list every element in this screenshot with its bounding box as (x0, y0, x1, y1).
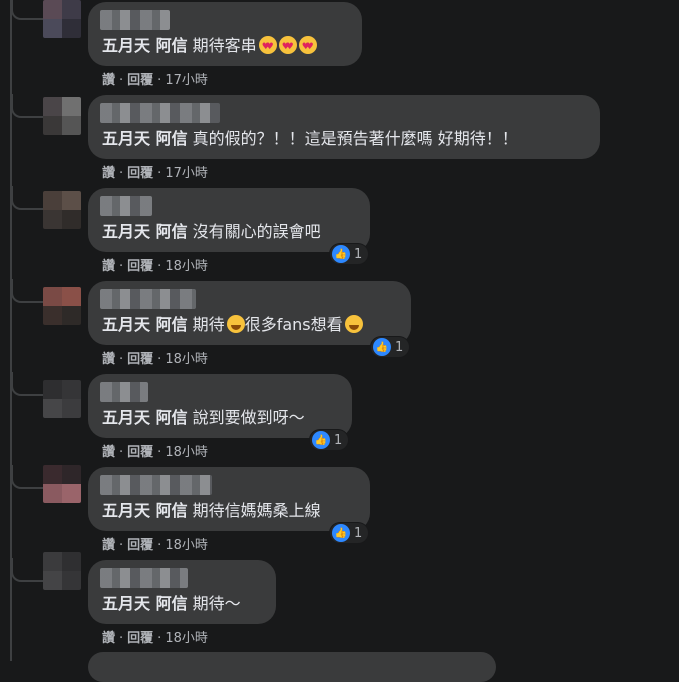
thread-branch (11, 372, 45, 396)
commenter-name-blurred[interactable] (100, 289, 196, 309)
comment-text: 期待～ (192, 594, 241, 613)
commenter-name-blurred[interactable] (100, 103, 220, 123)
thumbs-up-icon: 👍 (373, 338, 391, 356)
thread-branch (11, 94, 45, 118)
thumbs-up-icon: 👍 (332, 245, 350, 263)
laughing-emoji-icon (344, 315, 363, 333)
avatar[interactable] (43, 552, 81, 590)
timestamp[interactable]: 18小時 (165, 538, 208, 553)
reaction-badge[interactable]: 👍 1 (371, 337, 410, 357)
avatar[interactable] (43, 97, 81, 135)
thumbs-up-icon: 👍 (332, 524, 350, 542)
like-button[interactable]: 讚 (102, 73, 115, 88)
like-button[interactable]: 讚 (102, 259, 115, 274)
reaction-badge[interactable]: 👍 1 (330, 523, 369, 543)
like-button[interactable]: 讚 (102, 631, 115, 646)
reply-button[interactable]: 回覆 (127, 73, 153, 88)
reaction-count: 1 (354, 246, 363, 262)
comment-text: 期待信媽媽桑上線 (192, 501, 321, 520)
thread-branch (11, 0, 45, 20)
avatar[interactable] (43, 380, 81, 418)
thread-branch (11, 186, 45, 210)
comment-text: 真的假的？！！這是預告著什麼嗎 好期待！！ (192, 129, 518, 148)
comment-text: 期待 (192, 315, 225, 334)
mention-tag[interactable]: 五月天 阿信 (102, 501, 188, 520)
timestamp[interactable]: 18小時 (165, 445, 208, 460)
avatar[interactable] (43, 0, 81, 38)
reply-button[interactable]: 回覆 (127, 352, 153, 367)
timestamp[interactable]: 18小時 (165, 631, 208, 646)
reply-button[interactable]: 回覆 (127, 259, 153, 274)
comment-text: 很多fans想看 (244, 315, 343, 334)
commenter-name-blurred[interactable] (100, 475, 212, 495)
thumbs-up-icon: 👍 (312, 431, 330, 449)
avatar[interactable] (43, 287, 81, 325)
grin-emoji-icon (226, 315, 245, 333)
comment-bubble: 五月天 阿信 期待信媽媽桑上線 (88, 467, 370, 531)
commenter-name-blurred[interactable] (100, 382, 148, 402)
commenter-name-blurred[interactable] (100, 568, 188, 588)
comment-actions: 讚 · 回覆 · 18小時 (102, 445, 208, 460)
comment-bubble: 五月天 阿信 沒有關心的誤會吧 (88, 188, 370, 252)
comment-bubble: 五月天 阿信 說到要做到呀～ (88, 374, 352, 438)
reaction-badge[interactable]: 👍 1 (310, 430, 349, 450)
comment-actions: 讚 · 回覆 · 18小時 (102, 538, 208, 553)
comment-bubble-partial (88, 652, 496, 682)
thread-branch (11, 558, 45, 582)
timestamp[interactable]: 17小時 (165, 73, 208, 88)
heart-eyes-emoji-icon (298, 36, 317, 57)
mention-tag[interactable]: 五月天 阿信 (102, 36, 188, 55)
reply-button[interactable]: 回覆 (127, 166, 153, 181)
comment-actions: 讚 · 回覆 · 17小時 (102, 73, 208, 88)
comment-bubble: 五月天 阿信 期待 很多fans想看 (88, 281, 411, 345)
reply-button[interactable]: 回覆 (127, 538, 153, 553)
reaction-badge[interactable]: 👍 1 (330, 244, 369, 264)
reply-button[interactable]: 回覆 (127, 631, 153, 646)
commenter-name-blurred[interactable] (100, 196, 152, 216)
comment-actions: 讚 · 回覆 · 18小時 (102, 631, 208, 646)
comment-text: 期待客串 (192, 36, 257, 55)
reaction-count: 1 (334, 432, 343, 448)
comment-actions: 讚 · 回覆 · 18小時 (102, 259, 208, 274)
mention-tag[interactable]: 五月天 阿信 (102, 315, 188, 334)
mention-tag[interactable]: 五月天 阿信 (102, 222, 188, 241)
heart-eyes-emoji-icon (278, 36, 297, 57)
comment-text: 說到要做到呀～ (192, 408, 305, 427)
timestamp[interactable]: 18小時 (165, 352, 208, 367)
like-button[interactable]: 讚 (102, 538, 115, 553)
comment-text: 沒有關心的誤會吧 (192, 222, 321, 241)
reply-button[interactable]: 回覆 (127, 445, 153, 460)
comment-actions: 讚 · 回覆 · 17小時 (102, 166, 208, 181)
heart-eyes-emoji-icon (258, 36, 277, 57)
mention-tag[interactable]: 五月天 阿信 (102, 129, 188, 148)
like-button[interactable]: 讚 (102, 445, 115, 460)
reaction-count: 1 (354, 525, 363, 541)
mention-tag[interactable]: 五月天 阿信 (102, 408, 188, 427)
reaction-count: 1 (395, 339, 404, 355)
comment-actions: 讚 · 回覆 · 18小時 (102, 352, 208, 367)
mention-tag[interactable]: 五月天 阿信 (102, 594, 188, 613)
thread-branch (11, 279, 45, 303)
like-button[interactable]: 讚 (102, 166, 115, 181)
thread-branch (11, 465, 45, 489)
comment-bubble: 五月天 阿信 真的假的？！！這是預告著什麼嗎 好期待！！ (88, 95, 600, 159)
timestamp[interactable]: 18小時 (165, 259, 208, 274)
commenter-name-blurred[interactable] (100, 10, 170, 30)
avatar[interactable] (43, 191, 81, 229)
like-button[interactable]: 讚 (102, 352, 115, 367)
avatar[interactable] (43, 465, 81, 503)
comment-bubble: 五月天 阿信 期待客串 (88, 2, 362, 66)
timestamp[interactable]: 17小時 (165, 166, 208, 181)
comment-bubble: 五月天 阿信 期待～ (88, 560, 276, 624)
